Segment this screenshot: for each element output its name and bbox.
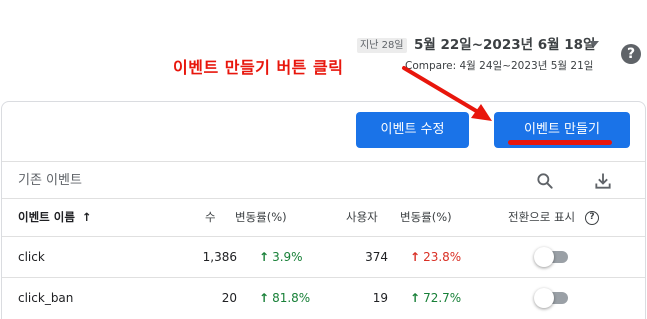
arrow-up-icon: ↑ — [259, 250, 270, 264]
edit-event-button[interactable]: 이벤트 수정 — [356, 112, 469, 148]
count-change-value: 3.9% — [272, 250, 303, 264]
conversion-toggle[interactable] — [534, 247, 568, 267]
help-icon[interactable]: ? — [621, 44, 641, 64]
compare-range: Compare: 4월 24일~2023년 5월 21일 — [405, 60, 594, 72]
annotation-text: 이벤트 만들기 버튼 클릭 — [173, 58, 344, 77]
period-badge: 지난 28일 — [357, 38, 407, 53]
count-change-value: 81.8% — [272, 291, 311, 305]
section-title: 기존 이벤트 — [18, 173, 82, 188]
users-change: ↑ 72.7% — [410, 291, 461, 305]
event-count: 1,386 — [202, 250, 237, 264]
users-change: ↑ 23.8% — [410, 250, 461, 264]
annotation-underline — [508, 140, 612, 145]
toggle-knob — [534, 247, 554, 267]
column-header-mark-conversion: 전환으로 표시 — [508, 210, 576, 224]
toggle-knob — [534, 288, 554, 308]
arrow-up-icon: ↑ — [259, 291, 270, 305]
user-count: 19 — [372, 291, 388, 305]
sort-arrow-up-icon: ↑ — [81, 210, 92, 224]
users-change-value: 23.8% — [423, 250, 462, 264]
search-icon[interactable] — [535, 171, 555, 191]
event-name[interactable]: click_ban — [18, 291, 73, 305]
download-icon[interactable] — [593, 171, 613, 191]
users-change-value: 72.7% — [423, 291, 462, 305]
divider — [2, 236, 645, 237]
conversion-toggle[interactable] — [534, 288, 568, 308]
column-header-count-change[interactable]: 변동률(%) — [235, 210, 287, 224]
count-change: ↑ 3.9% — [259, 250, 303, 264]
arrow-up-icon: ↑ — [410, 291, 421, 305]
column-header-users-change[interactable]: 변동률(%) — [400, 210, 452, 224]
chevron-down-icon[interactable] — [589, 41, 599, 47]
arrow-up-icon: ↑ — [410, 250, 421, 264]
divider — [2, 198, 645, 199]
column-header-name[interactable]: 이벤트 이름 ↑ — [18, 210, 92, 224]
divider — [2, 277, 645, 278]
column-header-count[interactable]: 수 — [205, 210, 216, 224]
column-header-users[interactable]: 사용자 — [346, 210, 378, 224]
event-count: 20 — [221, 291, 237, 305]
column-header-name-label: 이벤트 이름 — [18, 210, 75, 224]
help-icon[interactable]: ? — [585, 211, 599, 225]
user-count: 374 — [365, 250, 388, 264]
event-name[interactable]: click — [18, 250, 45, 264]
count-change: ↑ 81.8% — [259, 291, 310, 305]
divider — [2, 161, 645, 162]
date-range-selector[interactable]: 5월 22일~2023년 6월 18일 — [414, 36, 595, 54]
